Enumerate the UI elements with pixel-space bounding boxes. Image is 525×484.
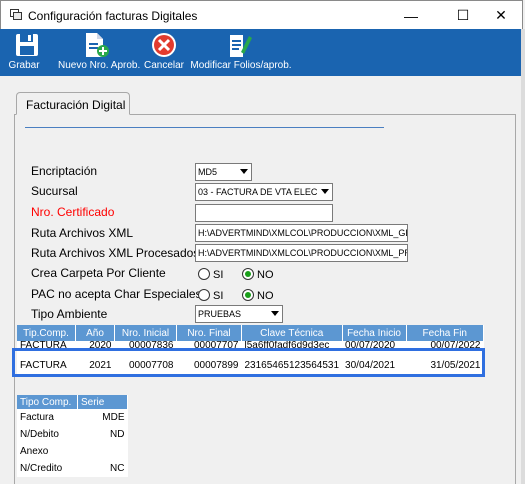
radio-circle bbox=[242, 268, 254, 280]
sucursal-value: 03 - FACTURA DE VTA ELEC bbox=[198, 187, 318, 197]
window-border bbox=[521, 29, 525, 484]
toolbar: Grabar Nuevo Nro. Aprob. Cancelar Modifi… bbox=[0, 29, 525, 76]
ruta-xml-input[interactable]: H:\ADVERTMIND\XMLCOL\PRODUCCION\XML_GEN bbox=[195, 224, 408, 242]
ruta-xml-procesados-input[interactable]: H:\ADVERTMIND\XMLCOL\PRODUCCION\XML_PRO bbox=[195, 244, 408, 262]
column-header[interactable]: Nro. Inicial bbox=[114, 325, 177, 341]
column-header[interactable]: Año bbox=[75, 325, 115, 341]
encriptacion-value: MD5 bbox=[198, 167, 218, 177]
table-header-row: Tip.Comp. Año Nro. Inicial Nro. Final Cl… bbox=[17, 325, 485, 341]
column-header[interactable]: Fecha Fin bbox=[406, 325, 485, 341]
table-row[interactable]: Anexo bbox=[17, 443, 128, 460]
column-header[interactable]: Tipo Comp. bbox=[17, 395, 78, 409]
table-row[interactable]: Factura MDE bbox=[17, 409, 128, 426]
ruta-xml-procesados-label: Ruta Archivos XML Procesados bbox=[31, 246, 200, 260]
cell-tipo-comp: N/Debito bbox=[17, 426, 78, 443]
tab-facturacion-digital[interactable]: Facturación Digital bbox=[16, 92, 130, 115]
cancel-icon bbox=[152, 33, 176, 57]
cancel-button[interactable]: Cancelar bbox=[143, 29, 185, 76]
radio-label: NO bbox=[257, 290, 274, 302]
cell-tipo-comp: Factura bbox=[17, 409, 78, 426]
crea-carpeta-label: Crea Carpeta Por Cliente bbox=[31, 266, 166, 280]
edit-document-icon bbox=[230, 35, 252, 57]
chevron-down-icon bbox=[240, 169, 248, 174]
minimize-button[interactable]: — bbox=[388, 1, 434, 30]
sucursal-label: Sucursal bbox=[31, 184, 78, 198]
radio-label: SI bbox=[213, 290, 224, 302]
row-highlight-box bbox=[12, 348, 485, 377]
encriptacion-select[interactable]: MD5 bbox=[195, 163, 252, 181]
modify-folios-label: Modificar Folios/aprob. bbox=[190, 60, 292, 71]
modify-folios-button[interactable]: Modificar Folios/aprob. bbox=[190, 29, 292, 76]
pac-char-no-radio[interactable]: NO bbox=[242, 289, 274, 302]
radio-circle bbox=[242, 289, 254, 301]
cancel-label: Cancelar bbox=[143, 60, 185, 71]
cell-serie: NC bbox=[77, 460, 128, 477]
radio-circle bbox=[198, 268, 210, 280]
crea-carpeta-si-radio[interactable]: SI bbox=[198, 268, 223, 281]
chevron-down-icon bbox=[271, 311, 279, 316]
nro-certificado-input[interactable] bbox=[195, 204, 333, 222]
new-approval-label: Nuevo Nro. Aprob. bbox=[58, 60, 141, 71]
cell-serie: MDE bbox=[77, 409, 128, 426]
save-button[interactable]: Grabar bbox=[0, 29, 48, 76]
tipo-ambiente-select[interactable]: PRUEBAS bbox=[195, 305, 283, 323]
pac-char-label: PAC no acepta Char Especiales bbox=[31, 287, 202, 301]
column-header[interactable]: Tip.Comp. bbox=[17, 325, 76, 341]
nro-certificado-label: Nro. Certificado bbox=[31, 205, 115, 219]
save-label: Grabar bbox=[8, 60, 40, 71]
sucursal-select[interactable]: 03 - FACTURA DE VTA ELEC bbox=[195, 183, 333, 201]
new-approval-button[interactable]: Nuevo Nro. Aprob. bbox=[58, 29, 141, 76]
title-bar: Configuración facturas Digitales — ☐ ✕ bbox=[0, 0, 523, 29]
close-button[interactable]: ✕ bbox=[478, 1, 524, 30]
chevron-down-icon bbox=[321, 189, 329, 194]
ruta-xml-label: Ruta Archivos XML bbox=[31, 226, 134, 240]
series-table: Tipo Comp. Serie Factura MDE N/Debito ND… bbox=[17, 395, 128, 477]
column-header[interactable]: Serie bbox=[77, 395, 128, 409]
pac-char-si-radio[interactable]: SI bbox=[198, 289, 223, 302]
radio-label: SI bbox=[213, 269, 224, 281]
new-document-icon bbox=[86, 33, 109, 57]
cell-tipo-comp: Anexo bbox=[17, 443, 78, 460]
table-row[interactable]: N/Debito ND bbox=[17, 426, 128, 443]
table-header-row: Tipo Comp. Serie bbox=[17, 395, 128, 409]
column-header[interactable]: Fecha Inicio bbox=[342, 325, 407, 341]
cell-serie: ND bbox=[77, 426, 128, 443]
tipo-ambiente-value: PRUEBAS bbox=[198, 309, 242, 319]
radio-label: NO bbox=[257, 269, 274, 281]
column-header[interactable]: Nro. Final bbox=[176, 325, 242, 341]
table-row[interactable]: N/Credito NC bbox=[17, 460, 128, 477]
crea-carpeta-no-radio[interactable]: NO bbox=[242, 268, 274, 281]
column-header[interactable]: Clave Técnica bbox=[241, 325, 343, 341]
window-title: Configuración facturas Digitales bbox=[28, 9, 198, 23]
cell-serie bbox=[77, 443, 128, 460]
section-separator bbox=[25, 127, 384, 128]
cell-tipo-comp: N/Credito bbox=[17, 460, 78, 477]
app-icon bbox=[10, 9, 22, 20]
encriptacion-label: Encriptación bbox=[31, 164, 98, 178]
tipo-ambiente-label: Tipo Ambiente bbox=[31, 307, 108, 321]
save-icon bbox=[16, 34, 38, 56]
radio-circle bbox=[198, 289, 210, 301]
